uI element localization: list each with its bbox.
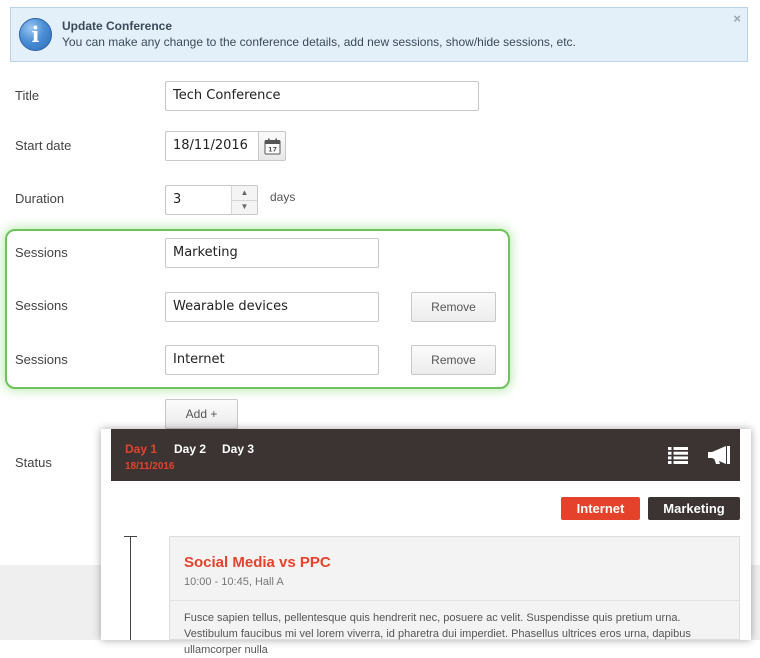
megaphone-icon[interactable]	[708, 446, 732, 465]
duration-stepper[interactable]: ▲ ▼	[231, 185, 258, 215]
banner-text: You can make any change to the conferenc…	[62, 35, 576, 49]
start-date-input[interactable]: 18/11/2016	[165, 131, 259, 161]
session-input[interactable]: Marketing	[165, 238, 379, 268]
duration-unit: days	[270, 190, 296, 204]
banner-title: Update Conference	[62, 19, 173, 33]
event-description: Fusce sapien tellus, pellentesque quis h…	[184, 612, 691, 656]
active-day-date: 18/11/2016	[125, 461, 175, 472]
session-input[interactable]: Internet	[165, 345, 379, 375]
event-meta: 10:00 - 10:45, Hall A	[184, 576, 284, 588]
preview-header: Day 1 Day 2 Day 3 18/11/2016	[111, 429, 740, 481]
duration-input[interactable]: 3	[165, 185, 232, 215]
stepper-down-icon[interactable]: ▼	[232, 200, 257, 214]
svg-text:17: 17	[268, 146, 277, 154]
event-divider	[170, 600, 739, 601]
tab-day-2[interactable]: Day 2	[174, 442, 206, 456]
session-label: Sessions	[15, 245, 68, 260]
tag-marketing[interactable]: Marketing	[648, 497, 740, 520]
calendar-icon: 17	[264, 138, 281, 155]
tag-internet[interactable]: Internet	[561, 497, 640, 520]
tab-day-3[interactable]: Day 3	[222, 442, 254, 456]
duration-label: Duration	[15, 191, 65, 206]
list-icon[interactable]	[668, 447, 688, 464]
add-session-button[interactable]: Add +	[165, 399, 238, 429]
timeline-line	[130, 537, 131, 640]
schedule-preview: Day 1 Day 2 Day 3 18/11/2016 Internet Ma…	[101, 429, 751, 656]
title-input[interactable]: Tech Conference	[165, 81, 479, 111]
session-label: Sessions	[15, 298, 68, 313]
status-label: Status	[15, 455, 52, 470]
event-card[interactable]: Social Media vs PPC 10:00 - 10:45, Hall …	[169, 536, 740, 656]
info-icon: i	[19, 18, 52, 51]
close-icon[interactable]: ×	[733, 11, 741, 26]
info-banner: i Update Conference You can make any cha…	[10, 7, 748, 62]
title-label: Title	[15, 88, 40, 103]
tab-day-1[interactable]: Day 1	[125, 442, 157, 456]
date-picker-button[interactable]: 17	[258, 131, 286, 161]
remove-session-button[interactable]: Remove	[411, 345, 496, 375]
start-date-label: Start date	[15, 138, 72, 153]
event-title[interactable]: Social Media vs PPC	[184, 554, 331, 571]
session-label: Sessions	[15, 352, 68, 367]
session-input[interactable]: Wearable devices	[165, 292, 379, 322]
remove-session-button[interactable]: Remove	[411, 292, 496, 322]
stepper-up-icon[interactable]: ▲	[232, 186, 257, 201]
